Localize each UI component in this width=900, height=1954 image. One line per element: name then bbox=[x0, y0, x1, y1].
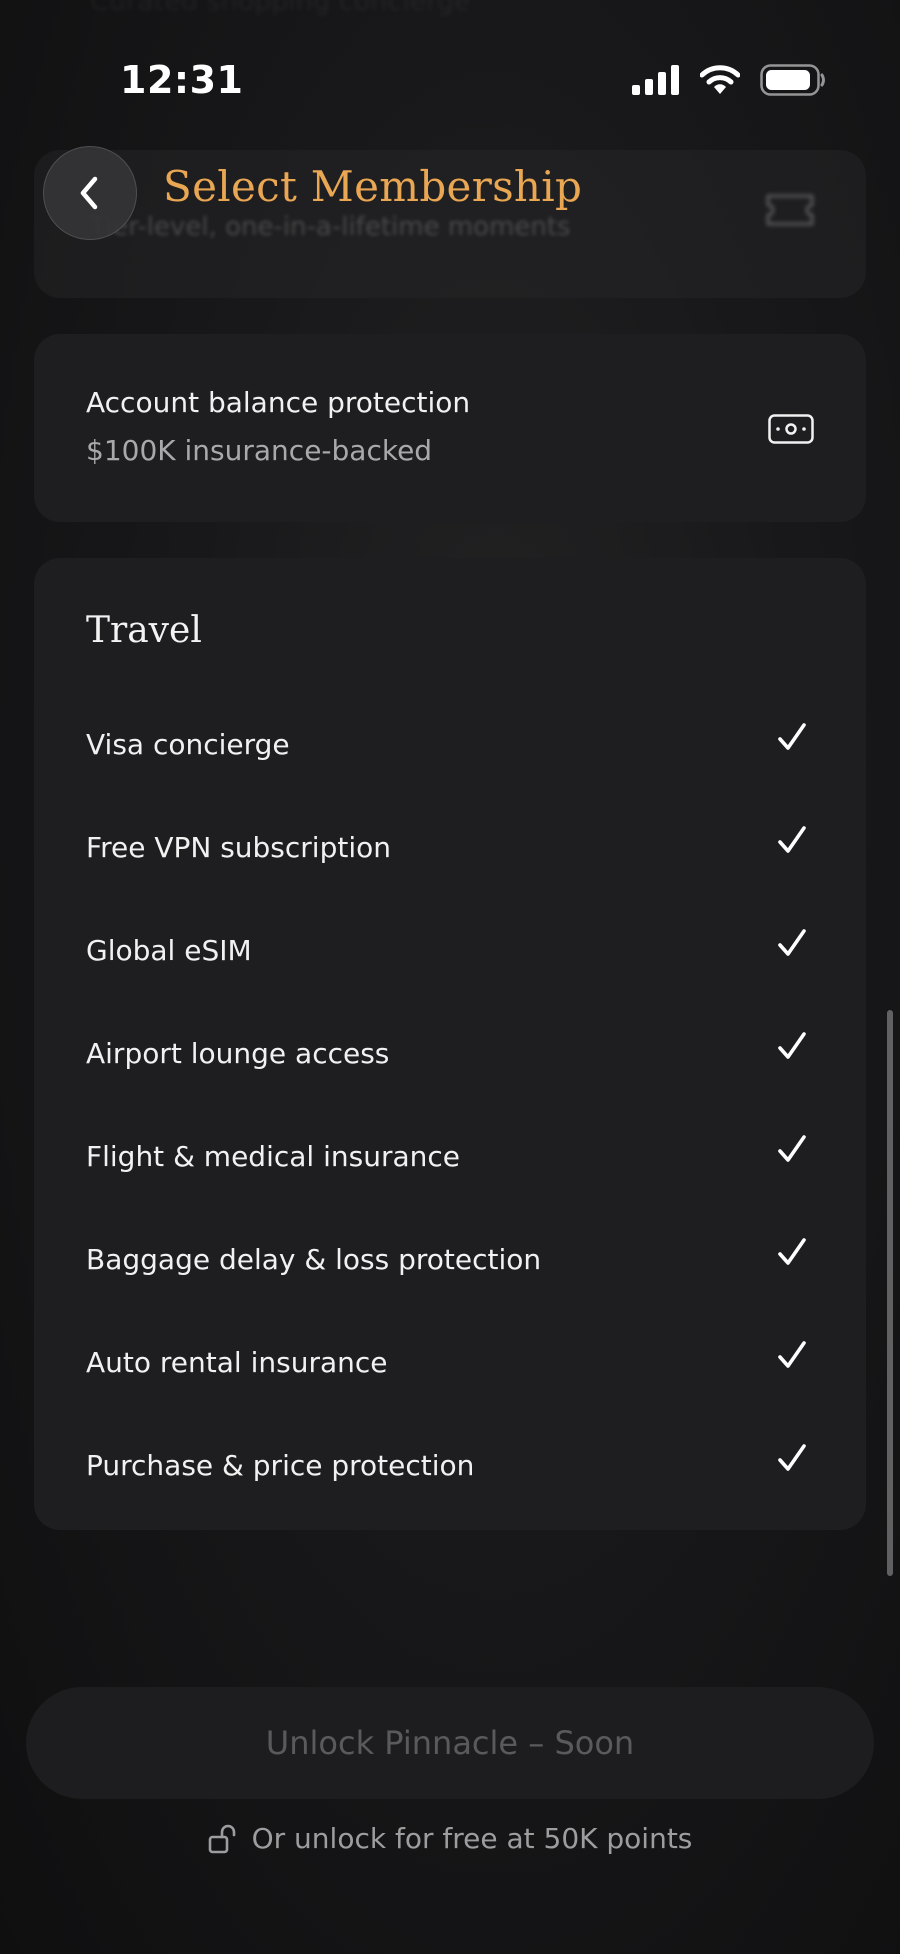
header: Select Membership bbox=[0, 140, 900, 250]
feature-label: Baggage delay & loss protection bbox=[86, 1243, 542, 1276]
feature-label: Global eSIM bbox=[86, 934, 252, 967]
feature-label: Auto rental insurance bbox=[86, 1346, 388, 1379]
feature-label: Visa concierge bbox=[86, 728, 290, 761]
scrollbar-thumb[interactable] bbox=[887, 1010, 893, 1576]
check-icon bbox=[778, 1135, 806, 1162]
feature-label: Purchase & price protection bbox=[86, 1449, 475, 1482]
feature-row: Visa concierge bbox=[34, 696, 866, 799]
check-icon bbox=[778, 1032, 806, 1059]
feature-row: Auto rental insurance bbox=[34, 1314, 866, 1417]
cash-icon bbox=[768, 414, 814, 444]
travel-card: Travel Visa concierge Free VPN subscript… bbox=[34, 558, 866, 1530]
feature-label: Free VPN subscription bbox=[86, 831, 391, 864]
status-bar: 12:31 bbox=[0, 0, 900, 160]
check-icon bbox=[778, 1444, 806, 1471]
feature-row: Baggage delay & loss protection bbox=[34, 1211, 866, 1314]
feature-label: Flight & medical insurance bbox=[86, 1140, 460, 1173]
check-icon bbox=[778, 929, 806, 956]
travel-feature-list: Visa concierge Free VPN subscription Glo… bbox=[34, 696, 866, 1520]
page-title: Select Membership bbox=[163, 162, 583, 211]
feature-row: Purchase & price protection bbox=[34, 1417, 866, 1520]
unlock-pinnacle-button[interactable]: Unlock Pinnacle – Soon bbox=[26, 1687, 874, 1799]
wifi-icon bbox=[700, 65, 740, 94]
feature-row: Global eSIM bbox=[34, 902, 866, 1005]
feature-row: Airport lounge access bbox=[34, 1005, 866, 1108]
cellular-signal-icon bbox=[632, 65, 679, 95]
unlock-icon bbox=[208, 1824, 235, 1853]
check-icon bbox=[778, 826, 806, 853]
check-icon bbox=[778, 723, 806, 750]
protection-card: Account balance protection $100K insuran… bbox=[34, 334, 866, 522]
back-button[interactable] bbox=[43, 146, 137, 240]
membership-screen: Curated shopping concierge 12:31 Tier-le… bbox=[0, 0, 900, 1954]
check-icon bbox=[778, 1238, 806, 1265]
status-icons bbox=[632, 64, 826, 96]
protection-subtitle: $100K insurance-backed bbox=[86, 434, 433, 467]
travel-section-title: Travel bbox=[86, 610, 202, 651]
free-unlock-link[interactable]: Or unlock for free at 50K points bbox=[0, 1822, 900, 1855]
chevron-left-icon bbox=[80, 176, 98, 210]
feature-row: Flight & medical insurance bbox=[34, 1108, 866, 1211]
free-unlock-text: Or unlock for free at 50K points bbox=[251, 1822, 693, 1855]
status-time: 12:31 bbox=[120, 58, 244, 102]
feature-label: Airport lounge access bbox=[86, 1037, 390, 1070]
check-icon bbox=[778, 1341, 806, 1368]
battery-icon bbox=[760, 64, 825, 96]
protection-title: Account balance protection bbox=[86, 386, 471, 419]
feature-row: Free VPN subscription bbox=[34, 799, 866, 902]
